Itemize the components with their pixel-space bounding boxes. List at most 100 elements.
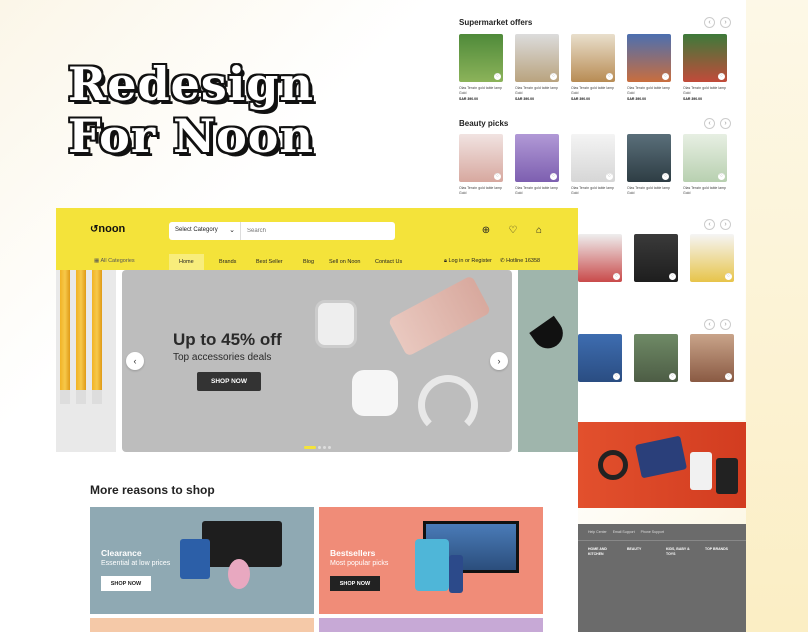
diapers-image	[415, 539, 449, 591]
hero-subline: Top accessories deals	[173, 352, 272, 363]
bestsellers-card[interactable]: Bestsellers Most popular picks SHOP NOW	[319, 507, 543, 614]
tab-blog[interactable]: Blog	[303, 254, 314, 270]
chevron-right-icon[interactable]: ›	[720, 319, 731, 330]
title-line-1: Redesign	[68, 57, 314, 111]
chevron-down-icon: ⌄	[229, 227, 235, 234]
product-card[interactable]: ♡	[578, 334, 622, 382]
footer-email[interactable]: Email Support	[613, 530, 635, 534]
hero-next-button[interactable]: ›	[490, 352, 508, 370]
hero-prev-button[interactable]: ‹	[126, 352, 144, 370]
footer-column-title: TOP BRANDS	[705, 547, 729, 551]
heart-icon[interactable]: ♡	[494, 73, 501, 80]
tab-sell-on-noon[interactable]: Sell on Noon	[329, 254, 361, 270]
heart-icon[interactable]: ♡	[669, 273, 676, 280]
heart-icon[interactable]: ♡	[507, 225, 519, 237]
footer-phone[interactable]: Phone Support	[641, 530, 664, 534]
product-name: Olas Tenzin gold table lamp Gold	[627, 186, 670, 195]
product-name: Olas Tenzin gold table lamp Gold	[683, 86, 726, 95]
footer-column: TOP BRANDS	[705, 547, 736, 558]
heart-icon[interactable]: ♡	[669, 373, 676, 380]
product-card[interactable]: ♡	[578, 234, 622, 282]
chevron-left-icon[interactable]: ‹	[704, 219, 715, 230]
carousel-dot[interactable]	[328, 446, 331, 449]
blender-image	[690, 452, 712, 490]
hero-next-slide	[518, 270, 578, 452]
clearance-shop-now-button[interactable]: SHOP NOW	[101, 576, 151, 591]
product-card[interactable]: ♡ Olas Tenzin gold table lamp Gold SAR 390…	[627, 34, 671, 101]
product-image: ♡	[627, 34, 671, 82]
product-card[interactable]: ♡	[690, 234, 734, 282]
product-price: SAR 390.00	[683, 97, 703, 101]
login-link[interactable]: 🔒︎ Log in or Register	[444, 258, 492, 265]
chevron-left-icon[interactable]: ‹	[704, 17, 715, 28]
product-row-4: ♡ ♡ ♡	[578, 334, 734, 382]
heart-icon[interactable]: ♡	[662, 173, 669, 180]
product-card[interactable]: ♡ Olas Tenzin gold table lamp Gold	[683, 134, 727, 195]
category-select[interactable]: Select Category ⌄	[169, 222, 241, 240]
hero-shop-now-button[interactable]: SHOP NOW	[197, 372, 261, 391]
promo-banner[interactable]	[578, 422, 746, 508]
all-categories[interactable]: ▦ All Categories	[94, 258, 135, 264]
globe-icon[interactable]: ⊕	[480, 225, 492, 237]
product-card[interactable]: ♡	[634, 334, 678, 382]
carousel-dot[interactable]	[318, 446, 321, 449]
heart-icon[interactable]: ♡	[494, 173, 501, 180]
carousel-dot[interactable]	[304, 446, 316, 449]
product-image: ♡	[690, 234, 734, 282]
tab-best-seller[interactable]: Best Seller	[256, 254, 283, 270]
footer-column: KIDS, BABY & TOYS	[666, 547, 697, 558]
chevron-right-icon[interactable]: ›	[720, 219, 731, 230]
product-card[interactable]: ♡ Olas Tenzin gold table lamp Gold	[571, 134, 615, 195]
heart-icon[interactable]: ♡	[613, 373, 620, 380]
heart-icon[interactable]: ♡	[613, 273, 620, 280]
clearance-title: Clearance	[101, 548, 142, 558]
product-card[interactable]: ♡	[634, 234, 678, 282]
product-card[interactable]: ♡ Olas Tenzin gold table lamp Gold SAR 390…	[571, 34, 615, 101]
carousel-arrows: ‹ ›	[704, 17, 731, 28]
chevron-left-icon[interactable]: ‹	[704, 319, 715, 330]
search-input[interactable]	[241, 222, 395, 240]
chevron-right-icon[interactable]: ›	[720, 17, 731, 28]
heart-icon[interactable]: ♡	[550, 73, 557, 80]
chevron-right-icon[interactable]: ›	[720, 118, 731, 129]
footer-help[interactable]: Help Center	[588, 530, 607, 534]
heart-icon[interactable]: ♡	[718, 73, 725, 80]
tab-brands[interactable]: Brands	[219, 254, 236, 270]
product-image: ♡	[690, 334, 734, 382]
heart-icon[interactable]: ♡	[662, 73, 669, 80]
heart-icon[interactable]: ♡	[725, 273, 732, 280]
bestsellers-shop-now-button[interactable]: SHOP NOW	[330, 576, 380, 591]
pencil-image	[92, 270, 102, 404]
pencil-image	[76, 270, 86, 404]
product-card[interactable]: ♡ Olas Tenzin gold table lamp Gold SAR 390…	[683, 34, 727, 101]
footer-column-title: BEAUTY	[627, 547, 642, 551]
heart-icon[interactable]: ♡	[550, 173, 557, 180]
pencil-image	[60, 270, 70, 404]
tab-contact-us[interactable]: Contact Us	[375, 254, 402, 270]
tab-home[interactable]: Home	[169, 254, 204, 270]
heart-icon[interactable]: ♡	[606, 173, 613, 180]
promo-card-4[interactable]	[319, 618, 543, 632]
heart-icon[interactable]: ♡	[718, 173, 725, 180]
chevron-left-icon[interactable]: ‹	[704, 118, 715, 129]
product-row-3: ♡ ♡ ♡	[578, 234, 734, 282]
product-row-supermarket: ♡ Olas Tenzin gold table lamp Gold SAR 390…	[459, 34, 727, 101]
noon-logo[interactable]: ↺noon	[90, 223, 125, 235]
product-card[interactable]: ♡	[690, 334, 734, 382]
title-line-2: For Noon	[68, 109, 314, 163]
product-image: ♡	[627, 134, 671, 182]
product-card[interactable]: ♡ Olas Tenzin gold table lamp Gold	[459, 134, 503, 195]
product-card[interactable]: ♡ Olas Tenzin gold table lamp Gold	[627, 134, 671, 195]
carousel-dot[interactable]	[323, 446, 326, 449]
product-card[interactable]: ♡ Olas Tenzin gold table lamp Gold SAR 390…	[515, 34, 559, 101]
category-select-label: Select Category	[175, 227, 218, 233]
promo-card-3[interactable]	[90, 618, 314, 632]
product-image: ♡	[578, 234, 622, 282]
clearance-card[interactable]: Clearance Essential at low prices SHOP N…	[90, 507, 314, 614]
heart-icon[interactable]: ♡	[725, 373, 732, 380]
cart-icon[interactable]: ⌂	[533, 225, 545, 237]
login-label: Log in or Register	[448, 258, 492, 264]
product-card[interactable]: ♡ Olas Tenzin gold table lamp Gold	[515, 134, 559, 195]
product-card[interactable]: ♡ Olas Tenzin gold table lamp Gold SAR 390…	[459, 34, 503, 101]
heart-icon[interactable]: ♡	[606, 73, 613, 80]
